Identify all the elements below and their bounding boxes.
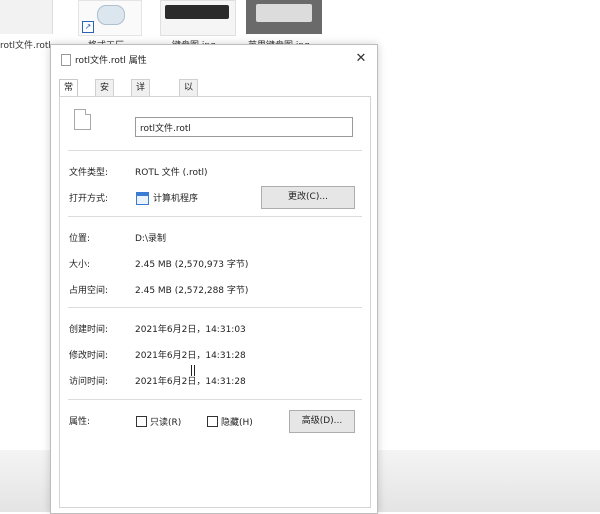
size-on-disk-value: 2.45 MB (2,572,288 字节): [135, 286, 249, 296]
document-icon: [61, 54, 71, 66]
file-document-icon: [74, 109, 91, 130]
keyboard-image: [256, 4, 312, 22]
location-value: D:\录制: [135, 234, 166, 244]
divider: [68, 399, 362, 400]
tab-previous-versions[interactable]: 以前的版本: [179, 79, 199, 157]
created-value: 2021年6月2日，14:31:03: [135, 325, 246, 335]
advanced-button[interactable]: 高级(D)...: [289, 410, 355, 433]
modified-value: 2021年6月2日，14:31:28: [135, 351, 246, 361]
keyboard-image: [165, 5, 229, 19]
accessed-label: 访问时间:: [69, 377, 109, 387]
file-type-value: ROTL 文件 (.rotl): [135, 168, 208, 178]
desktop-file-rotl[interactable]: rotl文件.rotl: [0, 0, 53, 52]
apple-keyboard-thumbnail: [246, 0, 322, 34]
application-icon: [136, 192, 149, 205]
created-label: 创建时间:: [69, 325, 109, 335]
format-factory-thumbnail: ↗: [78, 0, 142, 36]
file-label: rotl文件.rotl: [0, 41, 51, 51]
tab-security[interactable]: 安全: [95, 79, 115, 109]
tab-general[interactable]: 常规: [59, 79, 79, 109]
location-label: 位置:: [69, 234, 91, 244]
keyboard-thumbnail: [160, 0, 236, 36]
change-button[interactable]: 更改(C)...: [261, 186, 355, 209]
tab-details[interactable]: 详细信息: [131, 79, 151, 141]
hidden-label[interactable]: 隐藏(H): [221, 415, 253, 428]
close-icon[interactable]: ✕: [351, 49, 371, 69]
divider: [68, 150, 362, 151]
attributes-label: 属性:: [69, 417, 91, 427]
open-with-value: 计算机程序: [153, 194, 199, 204]
text-cursor-icon: [191, 365, 195, 376]
size-value: 2.45 MB (2,570,973 字节): [135, 260, 249, 270]
file-type-label: 文件类型:: [69, 168, 109, 178]
filename-input[interactable]: [135, 117, 353, 137]
size-label: 大小:: [69, 260, 91, 270]
hidden-checkbox[interactable]: [207, 416, 218, 427]
window-title: rotl文件.rotl 属性: [75, 56, 147, 66]
readonly-checkbox[interactable]: [136, 416, 147, 427]
readonly-label[interactable]: 只读(R): [150, 415, 181, 428]
modified-label: 修改时间:: [69, 351, 109, 361]
title-bar[interactable]: rotl文件.rotl 属性 ✕: [51, 45, 377, 73]
divider: [68, 216, 362, 217]
rotl-file-thumbnail: [0, 0, 53, 34]
shortcut-arrow-icon: ↗: [82, 21, 94, 33]
app-logo-icon: [97, 5, 125, 25]
open-with-label: 打开方式:: [69, 194, 109, 204]
size-on-disk-label: 占用空间:: [69, 286, 109, 296]
general-tab-panel: 文件类型: ROTL 文件 (.rotl) 打开方式: 计算机程序 更改(C).…: [59, 96, 371, 508]
properties-dialog: rotl文件.rotl 属性 ✕ 常规 安全 详细信息 以前的版本 文件类型: …: [50, 44, 378, 514]
divider: [68, 307, 362, 308]
